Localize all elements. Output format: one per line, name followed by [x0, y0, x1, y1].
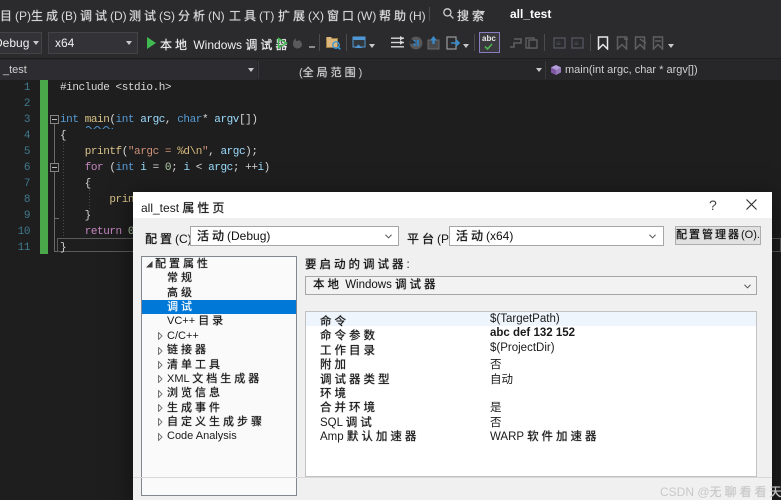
svg-text:≡: ≡	[556, 39, 561, 48]
svg-text:≡: ≡	[574, 39, 579, 48]
